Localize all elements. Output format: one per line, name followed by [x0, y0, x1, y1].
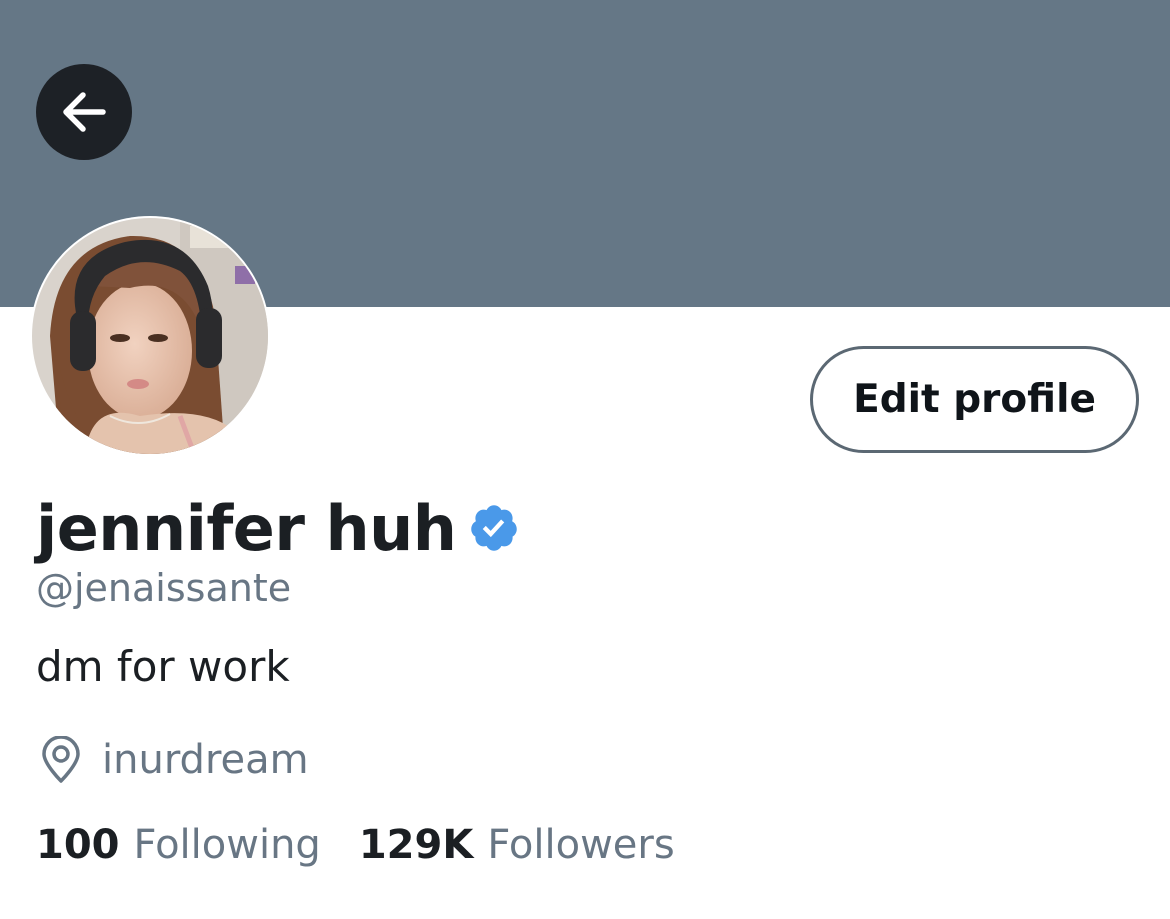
followers-label: Followers: [487, 822, 675, 868]
map-pin-icon: [42, 736, 80, 783]
avatar[interactable]: [30, 216, 270, 456]
profile-page: Edit profile jennifer huh @jenaissante d…: [0, 0, 1170, 919]
avatar-photo: [32, 218, 268, 454]
location-row: inurdream: [38, 734, 309, 786]
followers-count: 129K: [358, 822, 474, 868]
followers-link[interactable]: 129K Followers: [359, 822, 675, 868]
following-link[interactable]: 100 Following: [36, 822, 321, 868]
verified-badge-icon[interactable]: [468, 502, 520, 554]
bio: dm for work: [36, 642, 290, 691]
following-label: Following: [133, 822, 321, 868]
user-handle: @jenaissante: [36, 566, 292, 610]
name-row: jennifer huh: [36, 488, 520, 568]
back-button[interactable]: [36, 64, 132, 160]
following-count: 100: [36, 822, 120, 868]
arrow-left-icon: [63, 92, 106, 132]
display-name: jennifer huh: [36, 491, 457, 565]
edit-profile-button[interactable]: Edit profile: [810, 346, 1139, 453]
location-text: inurdream: [102, 737, 309, 783]
stats-row: 100 Following 129K Followers: [36, 822, 675, 868]
